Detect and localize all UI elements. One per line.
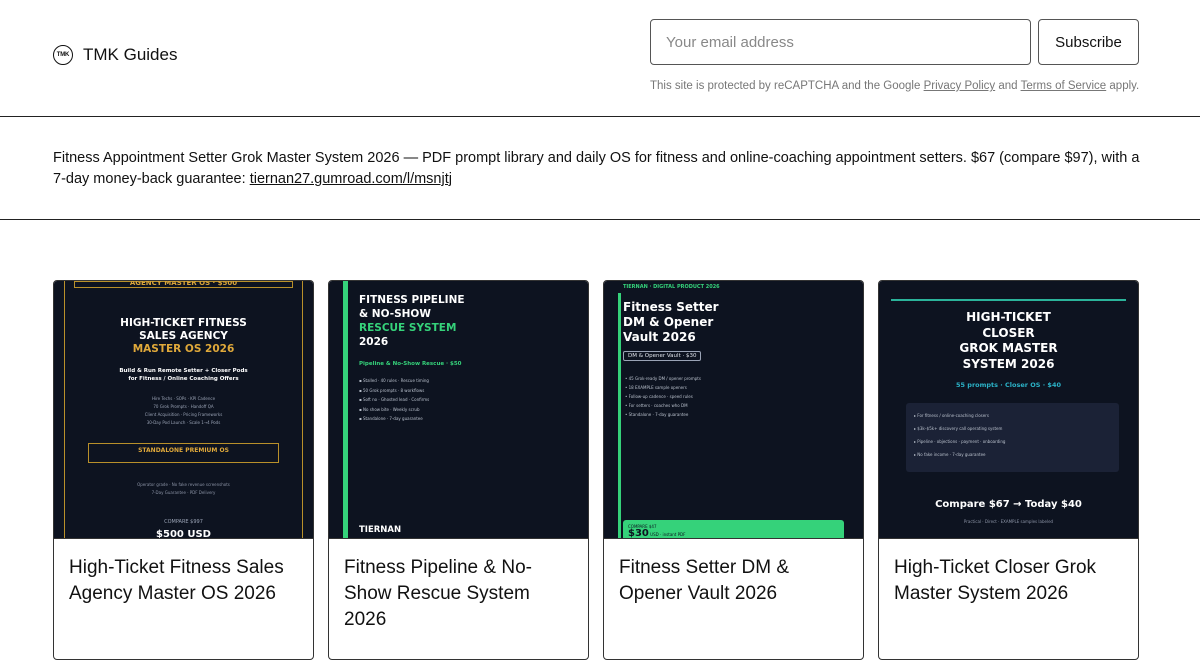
product-grid: AGENCY MASTER OS · $500 HIGH-TICKET FITN… — [53, 280, 1139, 660]
cover-meta: 55 prompts · Closer OS · $40 — [955, 381, 1061, 389]
cover-compare-price: COMPARE $997 — [164, 519, 203, 525]
cover-footer-notes: Operator grade · No fake revenue screens… — [137, 482, 230, 495]
cover-price-box: COMPARE $47 $30 USD · instant PDF — [623, 520, 844, 538]
product-cover[interactable]: FITNESS PIPELINE & NO-SHOW RESCUE SYSTEM… — [329, 281, 588, 539]
product-card[interactable]: AGENCY MASTER OS · $500 HIGH-TICKET FITN… — [53, 280, 314, 660]
product-cover[interactable]: TIERNAN · DIGITAL PRODUCT 2026 Fitness S… — [604, 281, 863, 539]
product-title[interactable]: High-Ticket Fitness Sales Agency Master … — [54, 539, 313, 607]
brand-logo-icon: TMK — [53, 45, 73, 65]
cover-tagline: Practical · Direct · EXAMPLE samples lab… — [963, 519, 1054, 524]
cover-top-label: TIERNAN · DIGITAL PRODUCT 2026 — [623, 284, 720, 290]
brand-name[interactable]: TMK Guides — [83, 45, 177, 65]
product-card[interactable]: FITNESS PIPELINE & NO-SHOW RESCUE SYSTEM… — [328, 280, 589, 660]
cover-feature-list: • 45 Grok-ready DM / opener prompts • 18… — [625, 376, 701, 417]
email-input[interactable] — [650, 19, 1031, 65]
cover-accent-bar — [618, 293, 621, 538]
privacy-policy-link[interactable]: Privacy Policy — [924, 80, 996, 92]
product-cover[interactable]: AGENCY MASTER OS · $500 HIGH-TICKET FITN… — [54, 281, 313, 539]
cover-compare-price: Compare $67 → Today $40 — [935, 499, 1082, 510]
product-title[interactable]: Fitness Setter DM & Opener Vault 2026 — [604, 539, 863, 607]
announcement: Fitness Appointment Setter Grok Master S… — [0, 117, 1200, 220]
cover-premium-box: STANDALONE PREMIUM OS — [88, 443, 279, 463]
cover-author: TIERNAN — [359, 525, 402, 535]
announcement-text: Fitness Appointment Setter Grok Master S… — [53, 150, 1140, 187]
subscribe-button[interactable]: Subscribe — [1038, 19, 1139, 65]
cover-subtitle: Build & Run Remote Setter + Closer Pods … — [119, 368, 248, 382]
subscribe-form: Subscribe — [650, 19, 1139, 65]
cover-top-label: AGENCY MASTER OS · $500 — [74, 281, 293, 288]
cover-badge: DM & Opener Vault · $30 — [623, 351, 702, 361]
cover-title: FITNESS PIPELINE & NO-SHOW RESCUE SYSTEM… — [359, 294, 465, 348]
cover-accent-line — [891, 299, 1126, 301]
product-cover[interactable]: HIGH-TICKET CLOSER GROK MASTER SYSTEM 20… — [879, 281, 1138, 539]
cover-title: HIGH-TICKET CLOSER GROK MASTER SYSTEM 20… — [959, 310, 1058, 371]
cover-feature-box: ▸ For fitness / online-coaching closers … — [906, 403, 1119, 472]
cover-accent-bar — [343, 281, 348, 538]
cover-title: Fitness Setter DM & Opener Vault 2026 — [623, 300, 719, 344]
product-card[interactable]: HIGH-TICKET CLOSER GROK MASTER SYSTEM 20… — [878, 280, 1139, 660]
cover-price: $500 USD — [156, 529, 211, 539]
brand[interactable]: TMK TMK Guides — [53, 45, 177, 65]
cover-title: HIGH-TICKET FITNESS SALES AGENCY MASTER … — [120, 317, 247, 355]
product-title[interactable]: High-Ticket Closer Grok Master System 20… — [879, 539, 1138, 607]
cover-feature-list: Hire Techs · SOPs · KPI Cadence 70 Grok … — [144, 396, 223, 425]
cover-meta: Pipeline & No-Show Rescue · $50 — [359, 361, 462, 367]
site-header: TMK TMK Guides Subscribe This site is pr… — [0, 0, 1200, 117]
cover-feature-list: ▪ Stalled · 40 rules · Rescue timing ▪ 5… — [359, 378, 430, 421]
product-title[interactable]: Fitness Pipeline & No-Show Rescue System… — [329, 539, 588, 633]
announcement-link[interactable]: tiernan27.gumroad.com/l/msnjtj — [250, 171, 452, 187]
recaptcha-notice: This site is protected by reCAPTCHA and … — [650, 80, 1140, 92]
terms-of-service-link[interactable]: Terms of Service — [1021, 80, 1107, 92]
product-card[interactable]: TIERNAN · DIGITAL PRODUCT 2026 Fitness S… — [603, 280, 864, 660]
